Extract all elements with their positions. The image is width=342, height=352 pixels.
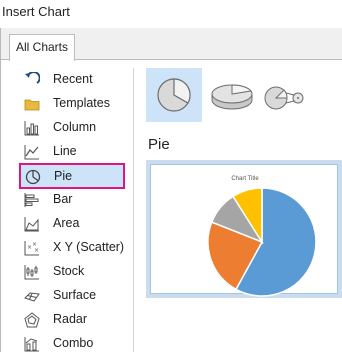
sidebar-item-recent[interactable]: Recent (21, 69, 125, 91)
combo-chart-icon (24, 336, 40, 352)
pie-of-pie-icon (264, 86, 304, 110)
line-chart-icon (24, 144, 40, 160)
surface-chart-icon (24, 288, 40, 304)
sidebar-item-label: Templates (53, 96, 110, 110)
sidebar-item-label: Area (53, 216, 80, 230)
pie-icon (157, 78, 191, 112)
sidebar-item-label: X Y (Scatter) (53, 240, 125, 254)
sidebar-item-templates[interactable]: Templates (21, 93, 125, 115)
chart-preview-canvas: Chart Title (150, 164, 338, 297)
radar-chart-icon (24, 312, 40, 328)
stock-chart-icon (24, 264, 40, 280)
sidebar-item-label: Stock (53, 264, 85, 278)
sidebar-item-column[interactable]: Column (21, 117, 125, 139)
pie-of-pie-subtype-button[interactable] (262, 68, 318, 122)
sidebar-item-label: Bar (53, 192, 73, 206)
area-chart-icon (24, 216, 40, 232)
chart-preview[interactable]: Chart Title (146, 160, 342, 298)
sidebar-item-radar[interactable]: Radar (21, 309, 125, 331)
preview-heading: Pie (148, 136, 170, 153)
tab-strip: All Charts (1, 28, 342, 61)
tab-all-charts[interactable]: All Charts (9, 34, 75, 61)
3d-pie-subtype-button[interactable] (204, 68, 260, 122)
title-bar: Insert Chart (0, 0, 342, 28)
sidebar-item-area[interactable]: Area (21, 213, 125, 235)
bar-chart-icon (24, 192, 40, 208)
sidebar-item-label: Surface (53, 288, 97, 302)
scatter-chart-icon: × × × (24, 240, 40, 256)
pie-subtype-button[interactable] (146, 68, 202, 122)
sidebar-item-line[interactable]: Line (21, 141, 125, 163)
sidebar-item-label: Combo (53, 336, 94, 350)
sidebar-item-bar[interactable]: Bar (21, 189, 125, 211)
pie-chart-icon (25, 169, 41, 185)
3d-pie-icon (211, 84, 253, 110)
svg-text:×: × (34, 247, 39, 254)
sidebar-item-combo[interactable]: Combo (21, 333, 125, 352)
sidebar-item-label: Column (53, 120, 97, 134)
sidebar-item-label: Line (53, 144, 77, 158)
sidebar-divider (133, 68, 134, 352)
folder-icon (24, 96, 40, 112)
sidebar-item-stock[interactable]: Stock (21, 261, 125, 283)
pie-chart (207, 187, 317, 297)
chart-title: Chart Title (231, 176, 259, 182)
recent-icon (24, 71, 41, 88)
sidebar-item-label: Recent (53, 72, 93, 86)
column-chart-icon (24, 120, 40, 136)
sidebar-item-pie[interactable]: Pie (19, 163, 125, 189)
sidebar-item-surface[interactable]: Surface (21, 285, 125, 307)
sidebar-item-label: Pie (54, 169, 73, 183)
window-title: Insert Chart (2, 4, 70, 19)
chart-category-sidebar: Recent Templates Column Line Pie Bar Are… (1, 61, 133, 352)
sidebar-item-scatter[interactable]: × × × X Y (Scatter) (21, 237, 125, 259)
chart-subtype-gallery (140, 64, 342, 126)
sidebar-item-label: Radar (53, 312, 88, 326)
